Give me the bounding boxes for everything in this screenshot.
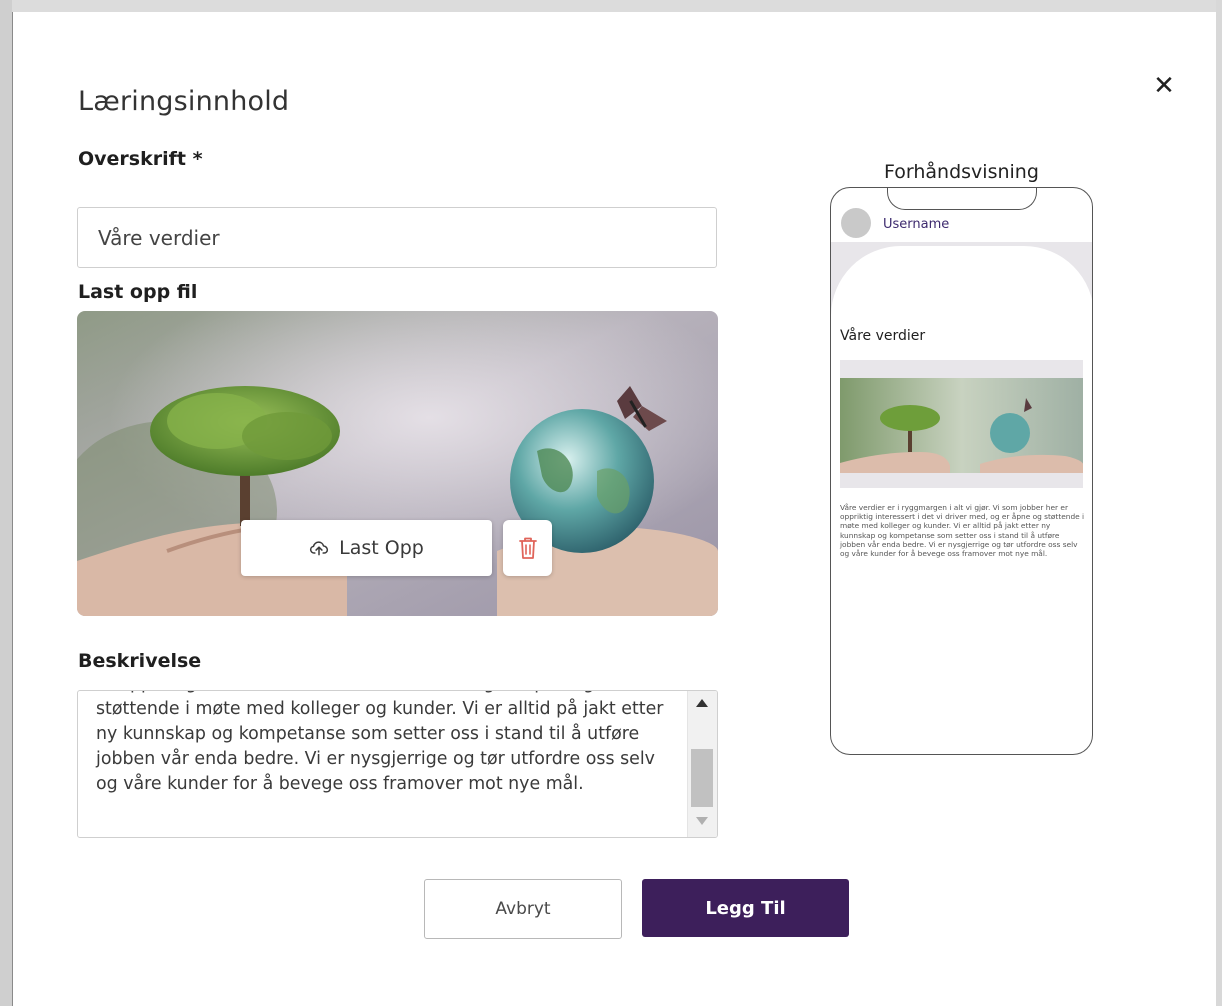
description-label: Beskrivelse — [78, 650, 202, 672]
modal-title: Læringsinnhold — [78, 86, 290, 117]
scroll-down-arrow[interactable] — [696, 817, 708, 825]
description-textarea[interactable]: er oppriktig interessert i det vi driver… — [77, 690, 718, 838]
preview-image-graphic — [840, 378, 1083, 473]
description-text[interactable]: er oppriktig interessert i det vi driver… — [96, 691, 681, 797]
preview-image — [840, 378, 1083, 473]
cancel-button[interactable]: Avbryt — [424, 879, 622, 939]
preview-title: Forhåndsvisning — [884, 161, 1039, 183]
trash-icon — [518, 537, 537, 559]
add-button[interactable]: Legg Til — [642, 879, 849, 937]
heading-label: Overskrift * — [78, 148, 203, 170]
backdrop-left — [0, 0, 12, 1006]
upload-label: Last opp fil — [78, 281, 198, 303]
preview-username: Username — [883, 217, 950, 232]
preview-heading: Våre verdier — [840, 328, 926, 344]
scroll-thumb[interactable] — [691, 749, 713, 807]
upload-button-label: Last Opp — [339, 537, 424, 559]
description-scrollbar[interactable] — [687, 691, 717, 837]
heading-input[interactable] — [77, 207, 717, 268]
phone-preview: Username Våre verdier Våre verdier er i … — [830, 187, 1093, 755]
preview-description: Våre verdier er i ryggmargen i alt vi gj… — [840, 503, 1085, 559]
cloud-upload-icon — [310, 541, 329, 556]
scroll-up-arrow[interactable] — [696, 699, 708, 707]
backdrop-top — [0, 0, 1222, 12]
delete-image-button[interactable] — [503, 520, 552, 576]
phone-notch — [887, 188, 1037, 210]
close-icon[interactable]: ✕ — [1150, 72, 1178, 100]
preview-avatar — [841, 208, 871, 238]
backdrop-right — [1216, 0, 1222, 1006]
upload-button[interactable]: Last Opp — [241, 520, 492, 576]
